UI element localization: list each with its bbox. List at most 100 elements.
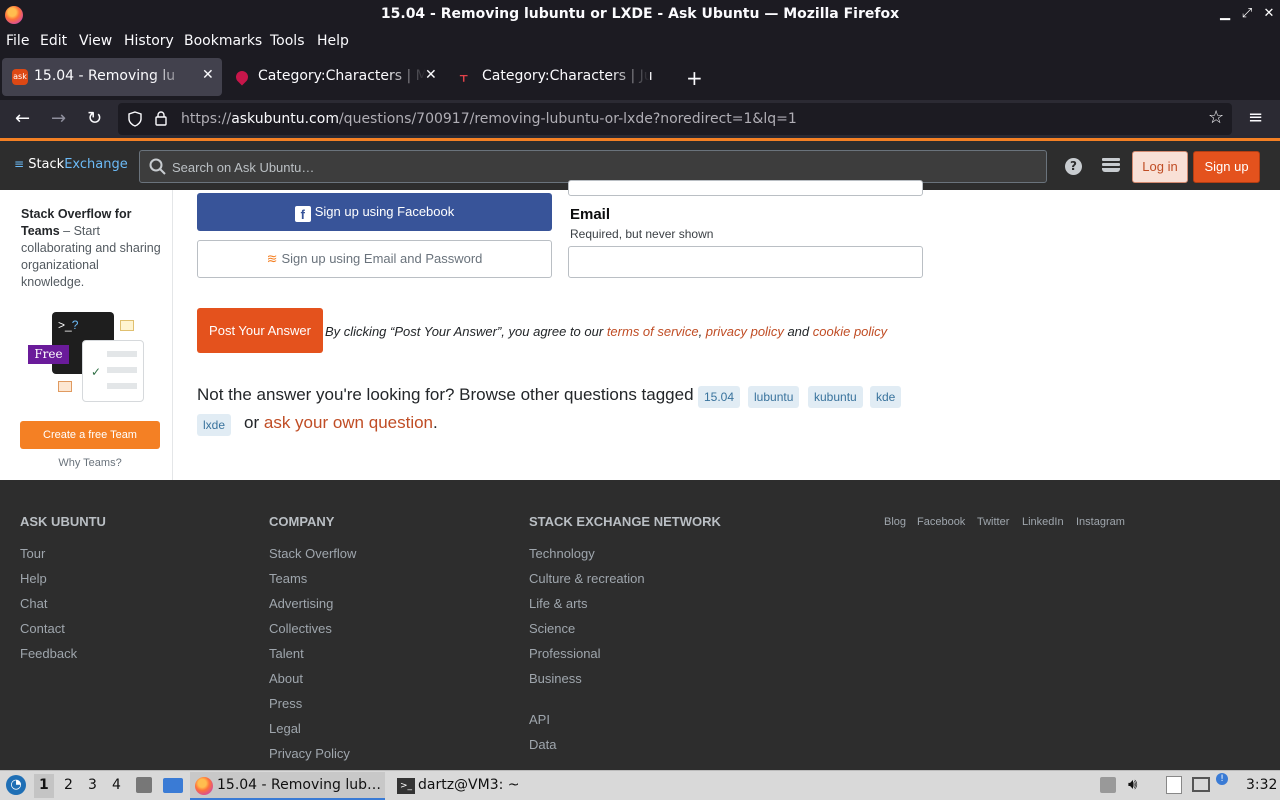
footer-link[interactable]: Feedback	[20, 646, 77, 661]
menu-help[interactable]: Help	[317, 33, 349, 49]
file-manager-icon[interactable]	[136, 777, 152, 793]
stackexchange-logo-icon: ≡	[14, 157, 25, 171]
footer-link[interactable]: About	[269, 671, 303, 686]
eject-icon[interactable]	[1100, 777, 1116, 793]
social-link-twitter[interactable]: Twitter	[977, 516, 1009, 528]
back-icon[interactable]: ←	[15, 108, 30, 129]
footer-link[interactable]: Stack Overflow	[269, 546, 356, 561]
lock-icon[interactable]	[154, 110, 168, 127]
tag-kde[interactable]: kde	[870, 386, 902, 408]
display-name-field[interactable]	[568, 180, 923, 196]
create-team-button[interactable]: Create a free Team	[20, 421, 160, 449]
workspace-1[interactable]: 1	[39, 777, 49, 793]
footer-link[interactable]: Tour	[20, 546, 45, 561]
ask-question-link[interactable]: ask your own question	[264, 413, 433, 432]
footer-link[interactable]: Legal	[269, 721, 301, 736]
privacy-link[interactable]: privacy policy	[706, 324, 784, 339]
terms-link[interactable]: terms of service	[607, 324, 699, 339]
url-text[interactable]: https://askubuntu.com/questions/700917/r…	[181, 111, 797, 127]
email-signup-button[interactable]: ≋ Sign up using Email and Password	[197, 240, 552, 278]
tag-lxde[interactable]: lxde	[197, 414, 232, 436]
menu-bookmarks[interactable]: Bookmarks	[184, 33, 262, 49]
teams-promo-text: Stack Overflow for Teams – Start collabo…	[21, 207, 161, 289]
reload-icon[interactable]: ↻	[87, 108, 102, 129]
site-switcher-icon[interactable]	[1102, 158, 1120, 174]
footer-link[interactable]: Data	[529, 737, 556, 752]
footer-link[interactable]: Advertising	[269, 596, 333, 611]
clipboard-icon[interactable]	[1166, 776, 1182, 794]
footer-link[interactable]: Life & arts	[529, 596, 588, 611]
menu-tools[interactable]: Tools	[270, 33, 305, 49]
footer-link[interactable]: Talent	[269, 646, 304, 661]
footer-link[interactable]: Business	[529, 671, 582, 686]
post-answer-button[interactable]: Post Your Answer	[197, 308, 323, 353]
tab-close-icon[interactable]: ✕	[202, 67, 214, 83]
login-button[interactable]: Log in	[1132, 151, 1188, 183]
footer-heading-company[interactable]: COMPANY	[269, 514, 334, 529]
menu-history[interactable]: History	[124, 33, 174, 49]
footer-link[interactable]: Science	[529, 621, 575, 636]
social-link-blog[interactable]: Blog	[884, 516, 906, 528]
url-bar[interactable]: https://askubuntu.com/questions/700917/r…	[118, 103, 1232, 135]
footer-link[interactable]: API	[529, 712, 550, 727]
social-link-instagram[interactable]: Instagram	[1076, 516, 1125, 528]
search-box[interactable]	[139, 150, 1047, 183]
footer-link[interactable]: Technology	[529, 546, 595, 561]
stackexchange-logo[interactable]: ≡ StackExchange	[14, 157, 128, 172]
tab-askubuntu[interactable]: ask 15.04 - Removing lubuntu or LXDE - A…	[2, 58, 222, 96]
jurassic-favicon-icon: ᚁ	[460, 66, 468, 84]
clock: 3:32	[1246, 777, 1278, 793]
footer-link[interactable]: Teams	[269, 571, 307, 586]
start-menu-icon[interactable]: ◔	[6, 775, 26, 795]
new-tab-icon[interactable]: +	[686, 66, 703, 90]
signup-button[interactable]: Sign up	[1193, 151, 1260, 183]
tab-megami-wiki[interactable]: Category:Characters | Megami Tensei Wiki…	[226, 58, 446, 96]
footer-link[interactable]: Help	[20, 571, 47, 586]
shield-icon[interactable]	[127, 111, 143, 127]
notification-icon[interactable]: !	[1216, 773, 1228, 785]
task-firefox[interactable]: 15.04 - Removing lub…	[190, 772, 385, 800]
bookmark-star-icon[interactable]: ☆	[1208, 107, 1224, 128]
tag-15-04[interactable]: 15.04	[698, 386, 741, 408]
footer-link[interactable]: Chat	[20, 596, 47, 611]
restore-icon[interactable]: ⤢	[1238, 5, 1256, 23]
network-icon[interactable]	[1192, 777, 1210, 792]
menu-edit[interactable]: Edit	[40, 33, 67, 49]
menu-view[interactable]: View	[79, 33, 112, 49]
cookie-link[interactable]: cookie policy	[813, 324, 887, 339]
footer-heading-network[interactable]: STACK EXCHANGE NETWORK	[529, 514, 721, 529]
hamburger-menu-icon[interactable]: ≡	[1248, 107, 1263, 128]
email-field[interactable]	[568, 246, 923, 278]
free-badge: Free	[28, 345, 69, 364]
facebook-signup-button[interactable]: f Sign up using Facebook	[197, 193, 552, 231]
task-terminal[interactable]: >_ dartz@VM3: ~	[395, 772, 590, 800]
footer-link[interactable]: Privacy Policy	[269, 746, 350, 761]
workspace-3[interactable]: 3	[88, 777, 97, 793]
minimize-icon[interactable]: ▁	[1216, 5, 1234, 23]
menu-file[interactable]: File	[6, 33, 29, 49]
workspace-2[interactable]: 2	[64, 777, 73, 793]
social-link-linkedin[interactable]: LinkedIn	[1022, 516, 1064, 528]
forward-icon[interactable]: →	[51, 108, 66, 129]
tab-close-icon[interactable]: ✕	[425, 67, 437, 83]
volume-icon[interactable]: 🔊︎	[1128, 775, 1137, 793]
footer-link[interactable]: Contact	[20, 621, 65, 636]
footer-link[interactable]: Professional	[529, 646, 601, 661]
footer-heading-askubuntu[interactable]: ASK UBUNTU	[20, 514, 106, 529]
checklist-illustration: ✓	[82, 340, 144, 402]
tag-kubuntu[interactable]: kubuntu	[808, 386, 863, 408]
tab-jurassic-wiki[interactable]: ᚁ Category:Characters | Jurassic Park Wi…	[450, 58, 672, 96]
task-label: dartz@VM3: ~	[418, 777, 520, 793]
help-icon[interactable]: ?	[1065, 158, 1082, 175]
why-teams-link[interactable]: Why Teams?	[20, 457, 160, 469]
social-link-facebook[interactable]: Facebook	[917, 516, 965, 528]
footer-link[interactable]: Collectives	[269, 621, 332, 636]
footer-link[interactable]: Press	[269, 696, 302, 711]
close-window-icon[interactable]: ✕	[1260, 5, 1278, 23]
tag-lubuntu[interactable]: lubuntu	[748, 386, 800, 408]
search-input[interactable]	[172, 158, 1032, 176]
footer-link[interactable]: Culture & recreation	[529, 571, 645, 586]
email-label: Email	[570, 206, 611, 223]
workspace-4[interactable]: 4	[112, 777, 121, 793]
show-desktop-icon[interactable]	[163, 778, 183, 793]
